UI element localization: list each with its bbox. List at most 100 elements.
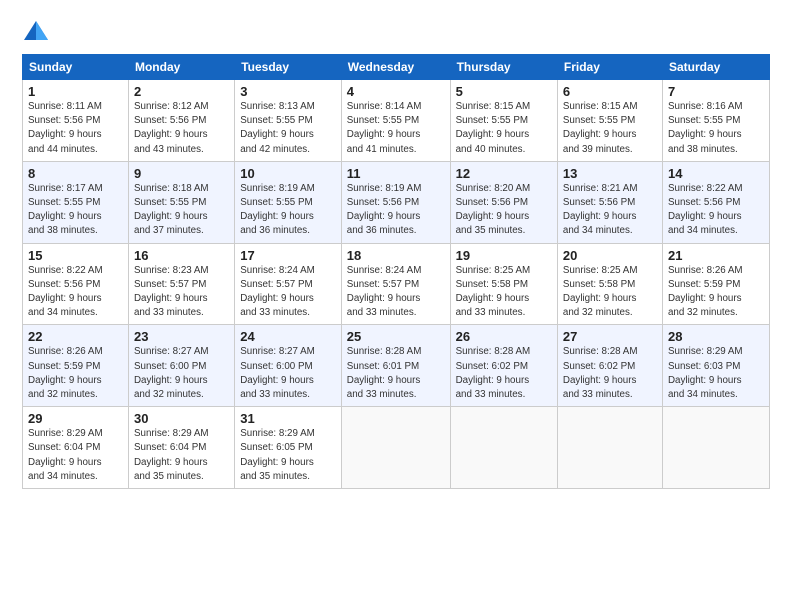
calendar-header-row: SundayMondayTuesdayWednesdayThursdayFrid… (23, 55, 770, 80)
calendar-cell: 31Sunrise: 8:29 AM Sunset: 6:05 PM Dayli… (235, 407, 342, 489)
day-number: 20 (563, 248, 657, 263)
calendar-cell: 9Sunrise: 8:18 AM Sunset: 5:55 PM Daylig… (128, 161, 234, 243)
day-info: Sunrise: 8:28 AM Sunset: 6:01 PM Dayligh… (347, 345, 445, 402)
calendar-cell: 28Sunrise: 8:29 AM Sunset: 6:03 PM Dayli… (662, 325, 769, 407)
day-info: Sunrise: 8:17 AM Sunset: 5:55 PM Dayligh… (28, 182, 123, 239)
calendar-cell (662, 407, 769, 489)
day-info: Sunrise: 8:11 AM Sunset: 5:56 PM Dayligh… (28, 100, 123, 157)
calendar-cell: 18Sunrise: 8:24 AM Sunset: 5:57 PM Dayli… (341, 243, 450, 325)
day-number: 25 (347, 329, 445, 344)
header (22, 18, 770, 46)
calendar-cell: 29Sunrise: 8:29 AM Sunset: 6:04 PM Dayli… (23, 407, 129, 489)
calendar-cell: 12Sunrise: 8:20 AM Sunset: 5:56 PM Dayli… (450, 161, 557, 243)
calendar-cell: 25Sunrise: 8:28 AM Sunset: 6:01 PM Dayli… (341, 325, 450, 407)
calendar-cell: 30Sunrise: 8:29 AM Sunset: 6:04 PM Dayli… (128, 407, 234, 489)
day-info: Sunrise: 8:16 AM Sunset: 5:55 PM Dayligh… (668, 100, 764, 157)
day-info: Sunrise: 8:25 AM Sunset: 5:58 PM Dayligh… (456, 264, 552, 321)
day-number: 2 (134, 84, 229, 99)
calendar-week-row: 15Sunrise: 8:22 AM Sunset: 5:56 PM Dayli… (23, 243, 770, 325)
logo-icon (22, 18, 50, 46)
day-number: 3 (240, 84, 336, 99)
calendar-cell: 19Sunrise: 8:25 AM Sunset: 5:58 PM Dayli… (450, 243, 557, 325)
day-info: Sunrise: 8:29 AM Sunset: 6:03 PM Dayligh… (668, 345, 764, 402)
calendar-cell: 17Sunrise: 8:24 AM Sunset: 5:57 PM Dayli… (235, 243, 342, 325)
day-info: Sunrise: 8:22 AM Sunset: 5:56 PM Dayligh… (28, 264, 123, 321)
day-info: Sunrise: 8:15 AM Sunset: 5:55 PM Dayligh… (563, 100, 657, 157)
calendar-week-row: 8Sunrise: 8:17 AM Sunset: 5:55 PM Daylig… (23, 161, 770, 243)
calendar-cell: 13Sunrise: 8:21 AM Sunset: 5:56 PM Dayli… (557, 161, 662, 243)
weekday-header: Friday (557, 55, 662, 80)
day-number: 5 (456, 84, 552, 99)
day-number: 14 (668, 166, 764, 181)
day-number: 29 (28, 411, 123, 426)
day-number: 18 (347, 248, 445, 263)
day-info: Sunrise: 8:19 AM Sunset: 5:55 PM Dayligh… (240, 182, 336, 239)
calendar-cell: 3Sunrise: 8:13 AM Sunset: 5:55 PM Daylig… (235, 80, 342, 162)
day-info: Sunrise: 8:29 AM Sunset: 6:04 PM Dayligh… (134, 427, 229, 484)
day-number: 21 (668, 248, 764, 263)
day-number: 1 (28, 84, 123, 99)
calendar-week-row: 29Sunrise: 8:29 AM Sunset: 6:04 PM Dayli… (23, 407, 770, 489)
day-number: 11 (347, 166, 445, 181)
day-info: Sunrise: 8:12 AM Sunset: 5:56 PM Dayligh… (134, 100, 229, 157)
calendar-cell: 21Sunrise: 8:26 AM Sunset: 5:59 PM Dayli… (662, 243, 769, 325)
day-number: 17 (240, 248, 336, 263)
calendar-cell: 1Sunrise: 8:11 AM Sunset: 5:56 PM Daylig… (23, 80, 129, 162)
calendar-week-row: 1Sunrise: 8:11 AM Sunset: 5:56 PM Daylig… (23, 80, 770, 162)
day-info: Sunrise: 8:18 AM Sunset: 5:55 PM Dayligh… (134, 182, 229, 239)
calendar-cell: 2Sunrise: 8:12 AM Sunset: 5:56 PM Daylig… (128, 80, 234, 162)
day-number: 23 (134, 329, 229, 344)
day-info: Sunrise: 8:26 AM Sunset: 5:59 PM Dayligh… (668, 264, 764, 321)
weekday-header: Saturday (662, 55, 769, 80)
weekday-header: Thursday (450, 55, 557, 80)
calendar-cell: 22Sunrise: 8:26 AM Sunset: 5:59 PM Dayli… (23, 325, 129, 407)
day-info: Sunrise: 8:14 AM Sunset: 5:55 PM Dayligh… (347, 100, 445, 157)
day-number: 7 (668, 84, 764, 99)
day-info: Sunrise: 8:28 AM Sunset: 6:02 PM Dayligh… (456, 345, 552, 402)
day-number: 22 (28, 329, 123, 344)
calendar-cell: 6Sunrise: 8:15 AM Sunset: 5:55 PM Daylig… (557, 80, 662, 162)
day-info: Sunrise: 8:24 AM Sunset: 5:57 PM Dayligh… (347, 264, 445, 321)
day-info: Sunrise: 8:29 AM Sunset: 6:04 PM Dayligh… (28, 427, 123, 484)
day-info: Sunrise: 8:26 AM Sunset: 5:59 PM Dayligh… (28, 345, 123, 402)
day-info: Sunrise: 8:27 AM Sunset: 6:00 PM Dayligh… (240, 345, 336, 402)
day-info: Sunrise: 8:15 AM Sunset: 5:55 PM Dayligh… (456, 100, 552, 157)
day-info: Sunrise: 8:29 AM Sunset: 6:05 PM Dayligh… (240, 427, 336, 484)
calendar-cell: 20Sunrise: 8:25 AM Sunset: 5:58 PM Dayli… (557, 243, 662, 325)
calendar-table: SundayMondayTuesdayWednesdayThursdayFrid… (22, 54, 770, 489)
day-info: Sunrise: 8:13 AM Sunset: 5:55 PM Dayligh… (240, 100, 336, 157)
day-number: 9 (134, 166, 229, 181)
weekday-header: Wednesday (341, 55, 450, 80)
day-number: 10 (240, 166, 336, 181)
weekday-header: Sunday (23, 55, 129, 80)
day-number: 8 (28, 166, 123, 181)
calendar-cell (341, 407, 450, 489)
weekday-header: Monday (128, 55, 234, 80)
calendar-cell: 15Sunrise: 8:22 AM Sunset: 5:56 PM Dayli… (23, 243, 129, 325)
day-number: 15 (28, 248, 123, 263)
calendar-cell: 7Sunrise: 8:16 AM Sunset: 5:55 PM Daylig… (662, 80, 769, 162)
day-number: 26 (456, 329, 552, 344)
calendar-cell: 10Sunrise: 8:19 AM Sunset: 5:55 PM Dayli… (235, 161, 342, 243)
day-info: Sunrise: 8:27 AM Sunset: 6:00 PM Dayligh… (134, 345, 229, 402)
calendar-cell: 16Sunrise: 8:23 AM Sunset: 5:57 PM Dayli… (128, 243, 234, 325)
day-info: Sunrise: 8:19 AM Sunset: 5:56 PM Dayligh… (347, 182, 445, 239)
day-number: 28 (668, 329, 764, 344)
day-number: 4 (347, 84, 445, 99)
day-info: Sunrise: 8:21 AM Sunset: 5:56 PM Dayligh… (563, 182, 657, 239)
day-number: 27 (563, 329, 657, 344)
calendar-cell: 23Sunrise: 8:27 AM Sunset: 6:00 PM Dayli… (128, 325, 234, 407)
logo (22, 18, 54, 46)
day-number: 31 (240, 411, 336, 426)
page: SundayMondayTuesdayWednesdayThursdayFrid… (0, 0, 792, 612)
calendar-cell: 4Sunrise: 8:14 AM Sunset: 5:55 PM Daylig… (341, 80, 450, 162)
calendar-cell: 27Sunrise: 8:28 AM Sunset: 6:02 PM Dayli… (557, 325, 662, 407)
calendar-cell: 26Sunrise: 8:28 AM Sunset: 6:02 PM Dayli… (450, 325, 557, 407)
calendar-cell (450, 407, 557, 489)
calendar-cell (557, 407, 662, 489)
day-info: Sunrise: 8:24 AM Sunset: 5:57 PM Dayligh… (240, 264, 336, 321)
day-number: 19 (456, 248, 552, 263)
day-number: 13 (563, 166, 657, 181)
day-number: 16 (134, 248, 229, 263)
day-info: Sunrise: 8:23 AM Sunset: 5:57 PM Dayligh… (134, 264, 229, 321)
